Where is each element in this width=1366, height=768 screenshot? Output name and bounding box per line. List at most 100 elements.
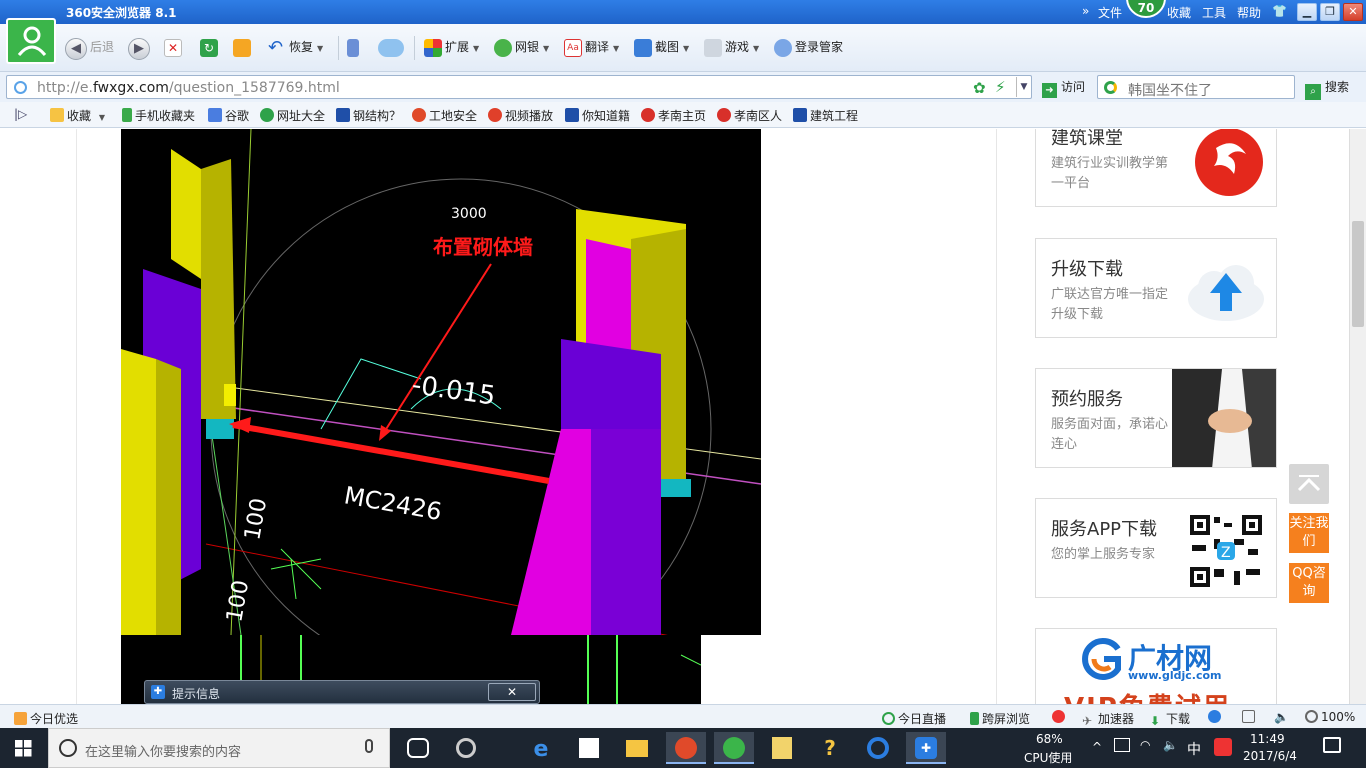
phone-icon	[347, 38, 359, 57]
wifi-icon[interactable]: ◠	[1140, 738, 1150, 752]
fav-item-hao[interactable]: 网址大全	[260, 107, 325, 124]
screenshot-button[interactable]: 截图 ▼	[634, 36, 689, 58]
guanglianda-app-icon[interactable]	[666, 732, 706, 764]
clock-time[interactable]: 11:49	[1250, 732, 1285, 746]
restore-button[interactable]: ❐	[1320, 3, 1340, 21]
health-icon[interactable]	[1052, 710, 1068, 724]
login-manager-button[interactable]: 登录管家	[774, 36, 843, 58]
qr-code-icon[interactable]: Z	[1184, 509, 1268, 589]
forward-icon[interactable]: ▶	[128, 38, 150, 60]
download-button[interactable]: ⬇ 下载	[1150, 710, 1190, 728]
shirt-icon[interactable]: 👕	[1272, 4, 1287, 18]
app-360-icon[interactable]	[446, 732, 486, 764]
user-avatar-logo[interactable]	[6, 18, 56, 64]
emblem-icon	[717, 108, 731, 122]
zoom-control[interactable]: 100%	[1305, 710, 1355, 724]
file-explorer-icon[interactable]	[617, 732, 657, 764]
speed-mode-icon[interactable]: ⚡	[995, 78, 1006, 96]
phone-button[interactable]	[347, 36, 362, 58]
translate-button[interactable]: Aa 翻译 ▼	[564, 36, 619, 58]
card-gldjc-banner[interactable]: 广材网 www.gldjc.com VIP免费试用	[1035, 628, 1277, 704]
windows-start-icon[interactable]	[15, 740, 32, 757]
card-appointment-service[interactable]: 预约服务 服务面对面，承诺心连心	[1035, 368, 1277, 468]
games-button[interactable]: 游戏 ▼	[704, 36, 759, 58]
menu-favorites[interactable]: 收藏	[1167, 4, 1191, 21]
cloud-button[interactable]	[378, 36, 407, 58]
tip-close-button[interactable]: ✕	[488, 683, 536, 701]
menu-file[interactable]: 文件	[1098, 4, 1122, 21]
ie-mode-icon[interactable]	[1208, 710, 1224, 724]
fav-item-construction[interactable]: 建筑工程	[793, 107, 858, 124]
cloud-icon	[378, 38, 404, 57]
follow-us-button[interactable]: 关注我们	[1289, 513, 1329, 553]
restore-tab-button[interactable]: ↶ 恢复 ▼	[268, 36, 323, 58]
qq-consult-button[interactable]: QQ咨询	[1289, 563, 1329, 603]
back-button-label[interactable]: 后退	[90, 36, 114, 58]
volume-icon[interactable]: 🔈	[1274, 710, 1289, 724]
accelerator-button[interactable]: ✈ 加速器	[1082, 710, 1134, 728]
extensions-button[interactable]: 扩展 ▼	[424, 36, 479, 58]
cross-screen-button[interactable]: 跨屏浏览	[970, 710, 1030, 727]
security-icon[interactable]: ✿	[973, 79, 986, 97]
today-live-button[interactable]: 今日直播	[882, 710, 946, 727]
fav-collect[interactable]: 收藏 ▼	[50, 107, 105, 124]
search-button[interactable]: ⌕ 搜索	[1305, 78, 1349, 100]
url-text[interactable]: http://e.fwxgx.com/question_1587769.html	[37, 80, 340, 96]
help-tool-icon[interactable]: ?	[810, 732, 850, 764]
dropdown-arrow-icon[interactable]: ▼	[1016, 77, 1031, 97]
card-app-download[interactable]: 服务APP下载 您的掌上服务专家 Z	[1035, 498, 1277, 598]
search-input[interactable]: 韩国坐不住了	[1097, 75, 1295, 99]
today-pick-button[interactable]: 今日优选	[14, 710, 78, 727]
battery-icon[interactable]	[1114, 738, 1130, 752]
fav-item-know[interactable]: 你知道籍	[565, 107, 630, 124]
visit-button[interactable]: ➜ 访问	[1042, 78, 1085, 98]
edge-icon[interactable]: e	[521, 732, 561, 764]
tray-expand-icon[interactable]: ^	[1092, 740, 1102, 754]
sidebar-toggle-icon[interactable]: |▷	[14, 107, 27, 121]
play-icon	[882, 712, 895, 725]
gld-icon[interactable]	[858, 732, 898, 764]
fav-item-xiaonan-people[interactable]: 孝南区人	[717, 107, 782, 124]
stop-button[interactable]: ✕	[164, 36, 185, 58]
refresh-button[interactable]: ↻	[200, 36, 221, 58]
fav-item-safety[interactable]: 工地安全	[412, 107, 477, 124]
sogou-ime-icon[interactable]	[1214, 738, 1232, 756]
taskbar-search-input[interactable]: 在这里输入你要搜索的内容	[48, 728, 390, 768]
menu-arrows-icon[interactable]: »	[1082, 4, 1089, 18]
fav-item-google[interactable]: 谷歌	[208, 107, 249, 124]
fav-item-video[interactable]: 视频播放	[488, 107, 553, 124]
browser-360-icon[interactable]	[714, 732, 754, 764]
scrollbar-thumb[interactable]	[1352, 221, 1364, 327]
menu-help[interactable]: 帮助	[1237, 4, 1261, 21]
address-bar[interactable]: http://e.fwxgx.com/question_1587769.html…	[6, 75, 1032, 99]
task-view-icon[interactable]	[398, 732, 438, 764]
back-to-top-button[interactable]	[1289, 464, 1329, 504]
remote-assist-icon[interactable]: ✚	[906, 732, 946, 764]
fav-item-mobile[interactable]: 手机收藏夹	[122, 107, 195, 124]
move-icon[interactable]: ✚	[151, 685, 165, 699]
bank-button[interactable]: 网银 ▼	[494, 36, 549, 58]
minimize-button[interactable]: ▁	[1297, 3, 1317, 21]
fav-item-steel[interactable]: 钢结构？	[336, 107, 401, 124]
clock-date[interactable]: 2017/6/4	[1243, 749, 1297, 763]
ime-indicator[interactable]: 中	[1187, 739, 1201, 759]
microphone-icon[interactable]	[365, 739, 373, 753]
home-button[interactable]	[233, 36, 254, 58]
store-icon[interactable]	[569, 732, 609, 764]
card-upgrade-download[interactable]: 升级下载 广联达官方唯一指定升级下载	[1035, 238, 1277, 338]
gamepad-icon	[704, 38, 722, 57]
menu-tools[interactable]: 工具	[1202, 4, 1226, 21]
fav-item-xiaonan-home[interactable]: 孝南主页	[641, 107, 706, 124]
speaker-icon[interactable]: 🔈	[1163, 738, 1178, 752]
notification-icon[interactable]	[1323, 737, 1341, 753]
notepad-icon[interactable]	[762, 732, 802, 764]
windows-taskbar: 在这里输入你要搜索的内容 e ? ✚ 68% CPU使用 ^ ◠ 🔈 中 11:…	[0, 728, 1366, 768]
card-building-class[interactable]: 建筑课堂 建筑行业实训教学第一平台	[1035, 129, 1277, 207]
window-icon[interactable]	[1242, 710, 1258, 724]
star-icon	[50, 108, 64, 122]
video-icon	[488, 108, 502, 122]
back-icon[interactable]: ◀	[65, 38, 87, 60]
close-button[interactable]: ✕	[1343, 3, 1363, 21]
page-scrollbar[interactable]	[1349, 129, 1366, 704]
favorites-bar: |▷ 收藏 ▼ 手机收藏夹 谷歌 网址大全 钢结构？ 工地安全 视频播放 你知道…	[0, 102, 1366, 128]
